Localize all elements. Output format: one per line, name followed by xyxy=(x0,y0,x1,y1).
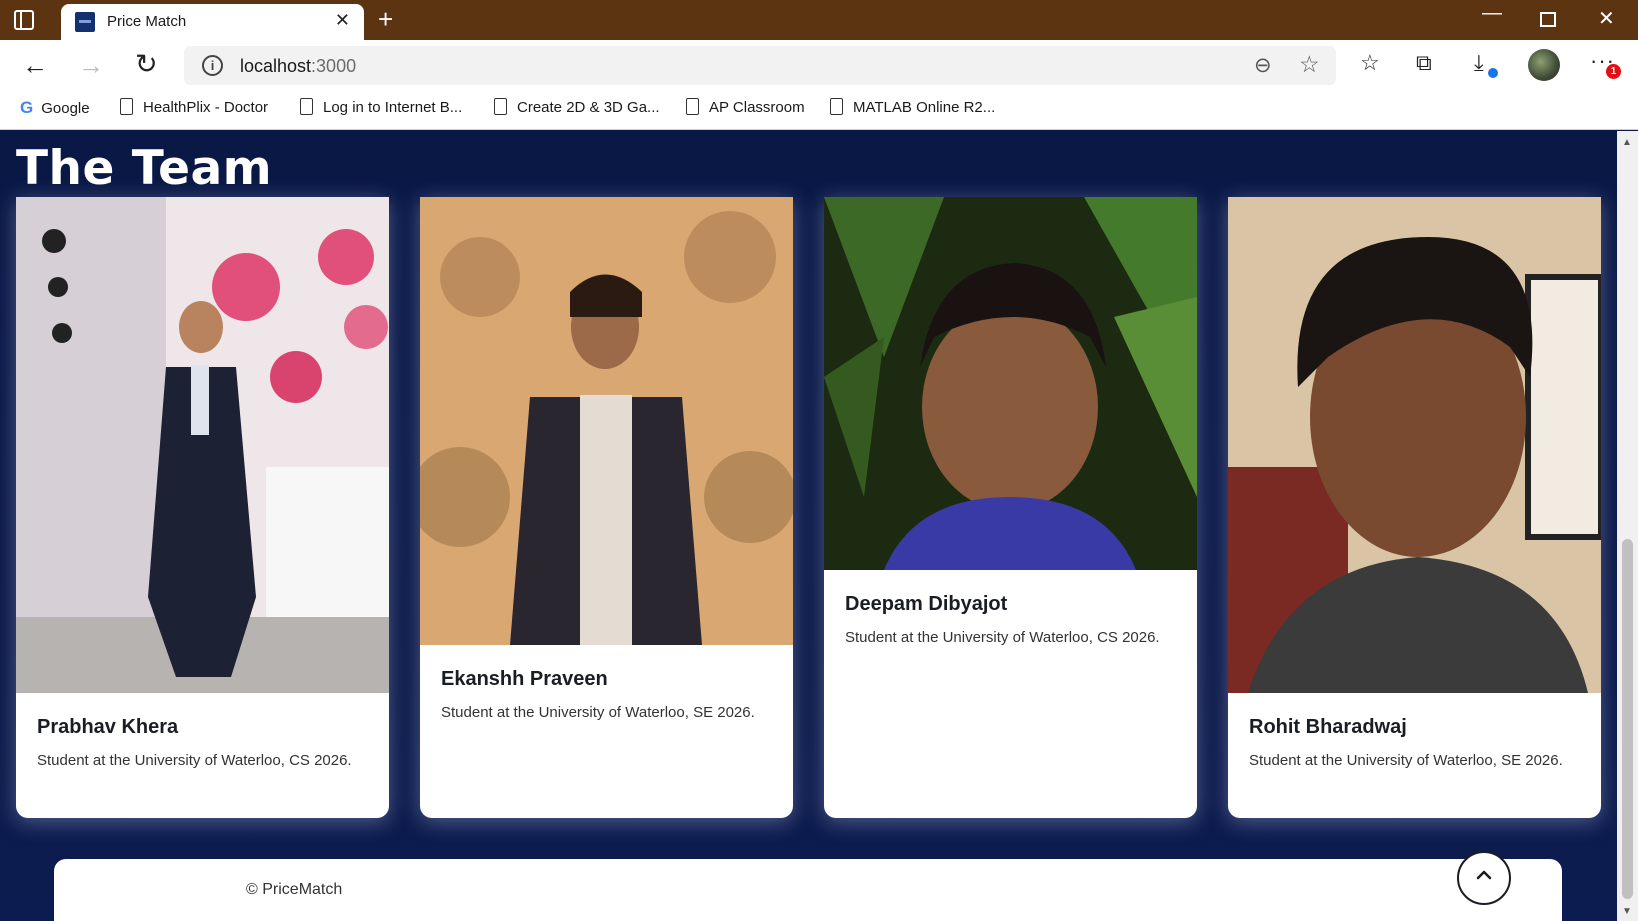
forward-arrow-icon[interactable]: → xyxy=(78,50,104,81)
sidebar-toggle-icon[interactable] xyxy=(14,10,34,30)
member-description: Student at the University of Waterloo, S… xyxy=(441,704,755,721)
team-card: Ekanshh Praveen Student at the Universit… xyxy=(420,197,793,818)
team-card: Rohit Bharadwaj Student at the Universit… xyxy=(1228,197,1601,818)
member-name: Prabhav Khera xyxy=(37,716,179,738)
downloads-icon[interactable]: ⤓ xyxy=(1474,50,1484,76)
tab-title: Price Match xyxy=(107,13,187,30)
bookmark-ap-classroom[interactable]: AP Classroom xyxy=(686,98,805,116)
new-tab-icon[interactable]: + xyxy=(378,4,393,35)
scrollbar-thumb[interactable] xyxy=(1622,539,1633,899)
bookmark-google[interactable]: G Google xyxy=(20,98,90,118)
team-card: Deepam Dibyajot Student at the Universit… xyxy=(824,197,1197,818)
bookmark-matlab[interactable]: MATLAB Online R2... xyxy=(830,98,995,116)
member-description: Student at the University of Waterloo, C… xyxy=(845,629,1160,646)
team-photo xyxy=(16,197,389,693)
address-bar[interactable]: i localhost:3000 ⊖ ☆ xyxy=(184,46,1336,85)
site-info-icon[interactable]: i xyxy=(202,55,223,76)
footer: © PriceMatch xyxy=(54,851,1562,921)
back-arrow-icon[interactable]: ← xyxy=(22,50,48,81)
google-icon: G xyxy=(20,98,34,117)
team-photo xyxy=(420,197,793,645)
favorites-icon[interactable]: ☆ xyxy=(1360,50,1380,76)
window-close-icon[interactable]: ✕ xyxy=(1598,6,1615,31)
page-icon xyxy=(494,98,507,115)
downloads-badge xyxy=(1488,68,1498,78)
browser-toolbar: ← → ↻ i localhost:3000 ⊖ ☆ ☆ ⧉ ⤓ ··· 1 xyxy=(0,40,1638,90)
section-title: The Team xyxy=(16,141,273,196)
bookmark-internet-banking[interactable]: Log in to Internet B... xyxy=(300,98,462,116)
zoom-icon[interactable]: ⊖ xyxy=(1254,53,1272,78)
favicon-icon xyxy=(75,12,95,32)
footer-copyright: © PriceMatch xyxy=(246,881,343,898)
chevron-up-icon xyxy=(1476,870,1492,880)
page-icon xyxy=(686,98,699,115)
add-favorite-icon[interactable]: ☆ xyxy=(1299,51,1320,78)
scroll-to-top-button[interactable] xyxy=(1457,851,1511,905)
scroll-down-icon[interactable]: ▼ xyxy=(1622,906,1632,917)
url-text[interactable]: localhost:3000 xyxy=(240,56,356,77)
member-description: Student at the University of Waterloo, C… xyxy=(37,752,352,769)
page-scrollbar[interactable]: ▲ ▼ xyxy=(1617,131,1638,921)
bookmarks-bar: G Google HealthPlix - Doctor Log in to In… xyxy=(0,90,1638,130)
reload-icon[interactable]: ↻ xyxy=(135,49,158,80)
collections-icon[interactable]: ⧉ xyxy=(1416,50,1432,76)
tab-close-icon[interactable]: ✕ xyxy=(335,10,350,31)
bookmark-create-games[interactable]: Create 2D & 3D Ga... xyxy=(494,98,660,116)
team-card: Prabhav Khera Student at the University … xyxy=(16,197,389,818)
member-name: Ekanshh Praveen xyxy=(441,668,608,690)
page-icon xyxy=(300,98,313,115)
browser-titlebar: Price Match ✕ + — ✕ xyxy=(0,0,1638,40)
team-photo xyxy=(1228,197,1601,693)
scroll-up-icon[interactable]: ▲ xyxy=(1622,137,1632,148)
member-name: Rohit Bharadwaj xyxy=(1249,716,1407,738)
maximize-icon[interactable] xyxy=(1540,12,1556,27)
page-content: The Team Prabhav Khera Student at the Un… xyxy=(0,131,1617,921)
profile-avatar[interactable] xyxy=(1528,49,1560,81)
page-icon xyxy=(830,98,843,115)
member-description: Student at the University of Waterloo, S… xyxy=(1249,752,1563,769)
browser-tab[interactable]: Price Match ✕ xyxy=(61,4,364,40)
minimize-icon[interactable]: — xyxy=(1482,2,1502,25)
page-icon xyxy=(120,98,133,115)
notification-badge: 1 xyxy=(1606,64,1621,79)
team-photo xyxy=(824,197,1197,570)
member-name: Deepam Dibyajot xyxy=(845,593,1008,615)
bookmark-healthplix[interactable]: HealthPlix - Doctor xyxy=(120,98,268,116)
